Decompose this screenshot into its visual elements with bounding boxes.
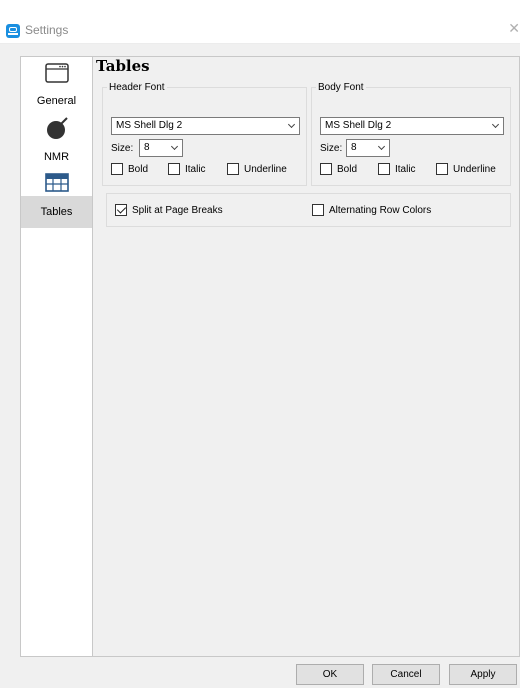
chevron-down-icon xyxy=(287,120,296,129)
body-size-select[interactable]: 8 xyxy=(346,139,390,157)
select-value: MS Shell Dlg 2 xyxy=(116,120,183,131)
size-label: Size: xyxy=(111,143,134,154)
table-icon xyxy=(44,173,69,192)
body-font-select[interactable]: MS Shell Dlg 2 xyxy=(320,117,504,135)
ok-button[interactable]: OK xyxy=(296,664,364,685)
window-icon xyxy=(44,63,69,83)
header-size-select[interactable]: 8 xyxy=(139,139,183,157)
settings-panel: Tables Header Font MS Shell Dlg 2 Size: … xyxy=(93,56,520,657)
body-italic-checkbox[interactable]: Italic xyxy=(378,163,416,175)
body-underline-checkbox[interactable]: Underline xyxy=(436,163,496,175)
molecule-icon xyxy=(46,117,68,139)
apply-button[interactable]: Apply xyxy=(449,664,517,685)
table-options: Split at Page Breaks Alternating Row Col… xyxy=(106,193,511,227)
checkbox-box xyxy=(111,163,123,175)
sidebar-item-general[interactable]: General xyxy=(21,95,92,107)
split-page-breaks-checkbox[interactable]: Split at Page Breaks xyxy=(115,204,223,216)
header-font-group: Header Font MS Shell Dlg 2 Size: 8 Bold … xyxy=(102,82,307,186)
select-value: 8 xyxy=(351,142,357,153)
group-legend: Header Font xyxy=(109,82,165,93)
checkbox-box xyxy=(227,163,239,175)
group-legend: Body Font xyxy=(318,82,364,93)
sidebar-item-label: Tables xyxy=(40,206,73,218)
sidebar-item-tables[interactable]: Tables xyxy=(21,196,92,228)
page-title: Tables xyxy=(96,57,150,75)
sidebar-item-window[interactable] xyxy=(21,61,92,85)
alternating-row-colors-checkbox[interactable]: Alternating Row Colors xyxy=(312,204,431,216)
close-icon[interactable]: ✕ xyxy=(508,21,520,35)
checkbox-box xyxy=(378,163,390,175)
checkbox-box xyxy=(436,163,448,175)
body-font-group: Body Font MS Shell Dlg 2 Size: 8 Bold It… xyxy=(311,82,511,186)
sidebar-item-molecule[interactable] xyxy=(21,115,92,141)
header-underline-checkbox[interactable]: Underline xyxy=(227,163,287,175)
checkbox-box xyxy=(312,204,324,216)
checkbox-label: Bold xyxy=(128,163,149,175)
sidebar-item-label: General xyxy=(36,95,77,107)
app-icon xyxy=(6,24,20,38)
checkbox-box xyxy=(168,163,180,175)
header-bold-checkbox[interactable]: Bold xyxy=(111,163,148,175)
sidebar-item-nmr[interactable]: NMR xyxy=(21,151,92,163)
checkbox-box xyxy=(115,204,127,216)
select-value: 8 xyxy=(144,142,150,153)
checkbox-label: Bold xyxy=(337,163,358,175)
sidebar: General NMR Tables xyxy=(20,56,93,657)
checkbox-label: Italic xyxy=(395,163,416,175)
checkbox-label: Alternating Row Colors xyxy=(329,204,432,216)
checkbox-label: Italic xyxy=(185,163,206,175)
header-font-select[interactable]: MS Shell Dlg 2 xyxy=(111,117,300,135)
window-title: Settings xyxy=(25,23,69,37)
checkbox-label: Underline xyxy=(453,163,496,175)
checkbox-label: Underline xyxy=(244,163,287,175)
chevron-down-icon xyxy=(491,120,500,129)
header-italic-checkbox[interactable]: Italic xyxy=(168,163,206,175)
select-value: MS Shell Dlg 2 xyxy=(325,120,392,131)
size-label: Size: xyxy=(320,143,343,154)
checkbox-box xyxy=(320,163,332,175)
title-bar: Settings ✕ xyxy=(0,0,520,44)
cancel-button[interactable]: Cancel xyxy=(372,664,440,685)
sidebar-item-label: NMR xyxy=(43,151,70,163)
checkbox-label: Split at Page Breaks xyxy=(132,204,223,216)
sidebar-item-table-icon[interactable] xyxy=(21,171,92,195)
body-bold-checkbox[interactable]: Bold xyxy=(320,163,357,175)
chevron-down-icon xyxy=(170,142,179,151)
chevron-down-icon xyxy=(377,142,386,151)
